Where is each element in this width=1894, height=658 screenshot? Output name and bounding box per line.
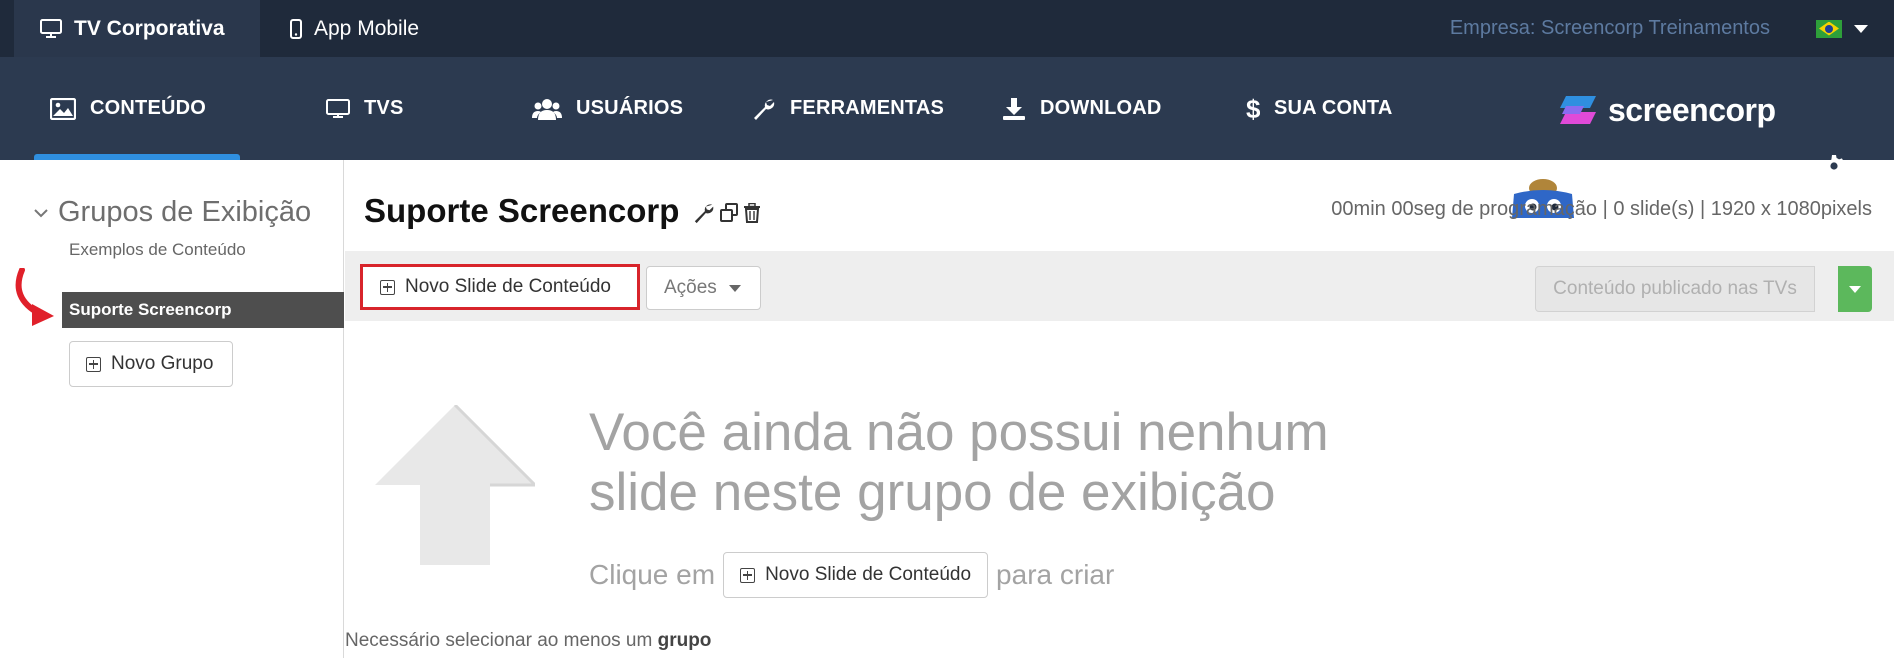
nav-item-sua-conta[interactable]: $ SUA CONTA — [1246, 57, 1392, 160]
nav-item-label: FERRAMENTAS — [790, 97, 945, 119]
empty-new-slide-button[interactable]: Novo Slide de Conteúdo — [723, 552, 989, 598]
dollar-icon: $ — [1246, 96, 1260, 122]
new-slide-button[interactable]: Novo Slide de Conteúdo — [360, 264, 640, 310]
actions-label: Ações — [664, 277, 717, 298]
tab-app-mobile[interactable]: App Mobile — [290, 0, 419, 57]
plus-square-icon — [740, 567, 756, 583]
sidebar-item-exemplos[interactable]: Exemplos de Conteúdo — [62, 232, 344, 268]
content-toolbar: Novo Slide de Conteúdo Ações Conteúdo pu… — [345, 251, 1894, 321]
program-info: 00min 00seg de programação | 0 slide(s) … — [1331, 198, 1872, 220]
new-group-label: Novo Grupo — [111, 353, 214, 374]
nav-item-label: DOWNLOAD — [1040, 97, 1162, 119]
published-dropdown-toggle[interactable] — [1838, 266, 1872, 312]
main-nav: CONTEÚDO TVS USUÁRIOS FERRAMENTAS DOWNLO… — [0, 57, 1894, 218]
sidebar: Grupos de Exibição Exemplos de Conteúdo … — [0, 160, 344, 658]
image-icon — [50, 97, 76, 120]
screencorp-logo[interactable]: screencorp — [1556, 92, 1776, 129]
nav-item-conteudo[interactable]: CONTEÚDO — [33, 57, 241, 160]
empty-state-line2: slide neste grupo de exibição — [589, 463, 1276, 522]
phone-icon — [290, 18, 302, 39]
nav-item-tvs[interactable]: TVS — [326, 57, 404, 160]
plus-square-icon — [380, 279, 395, 295]
empty-state-line1: Você ainda não possui nenhum — [589, 403, 1329, 462]
cta-button-label: Novo Slide de Conteúdo — [765, 564, 972, 585]
svg-text:$: $ — [1246, 96, 1260, 122]
new-slide-label: Novo Slide de Conteúdo — [405, 276, 611, 297]
top-bar: TV Corporativa App Mobile Empresa: Scree… — [0, 0, 1894, 57]
wrench-icon — [754, 99, 775, 120]
actions-dropdown[interactable]: Ações — [646, 266, 761, 310]
trash-icon[interactable] — [743, 203, 761, 223]
content-area: Suporte Screencorp 00min 00seg de progra… — [345, 160, 1894, 658]
nav-item-label: SUA CONTA — [1274, 97, 1393, 119]
new-group-button[interactable]: Novo Grupo — [69, 341, 233, 387]
empty-state-cta: Clique em Novo Slide de Conteúdo para cr… — [589, 552, 1114, 598]
cta-suffix: para criar — [996, 559, 1115, 590]
tab-tv-corporativa[interactable]: TV Corporativa — [14, 0, 260, 57]
page-title: Suporte Screencorp — [364, 192, 680, 229]
tab-label: App Mobile — [314, 16, 420, 40]
nav-item-download[interactable]: DOWNLOAD — [1002, 57, 1162, 160]
curved-arrow-icon — [15, 268, 54, 326]
upload-arrow-icon — [375, 405, 535, 565]
cta-prefix: Clique em — [589, 559, 716, 590]
download-icon — [1003, 97, 1025, 120]
users-icon — [532, 98, 562, 120]
nav-item-ferramentas[interactable]: FERRAMENTAS — [752, 57, 944, 160]
chevron-down-icon — [1849, 285, 1861, 293]
footer-note-bold: grupo — [657, 630, 712, 651]
chevron-down-icon — [728, 284, 741, 292]
nav-item-usuarios[interactable]: USUÁRIOS — [532, 57, 683, 160]
title-actions — [693, 202, 761, 224]
wrench-icon[interactable] — [693, 202, 715, 224]
nav-item-label: USUÁRIOS — [576, 97, 684, 119]
monitor-icon — [326, 98, 350, 118]
footer-note-text: Necessário selecionar ao menos um — [345, 630, 653, 651]
chevron-down-icon — [1854, 24, 1868, 33]
language-selector[interactable] — [1816, 0, 1868, 57]
brazil-flag-icon — [1816, 19, 1842, 38]
logo-text: screencorp — [1608, 92, 1776, 128]
published-button[interactable]: Conteúdo publicado nas TVs — [1535, 266, 1815, 312]
logo-mark-icon — [1560, 95, 1596, 124]
plus-square-icon — [86, 356, 101, 372]
sidebar-item-suporte[interactable]: Suporte Screencorp — [62, 292, 344, 328]
footer-note: Necessário selecionar ao menos um grupo — [345, 630, 711, 652]
company-name: Empresa: Screencorp Treinamentos — [1449, 17, 1770, 39]
nav-item-label: TVS — [364, 97, 404, 119]
nav-item-label: CONTEÚDO — [90, 97, 207, 119]
monitor-icon — [40, 18, 62, 38]
copy-icon[interactable] — [719, 203, 739, 223]
tab-label: TV Corporativa — [74, 16, 225, 40]
sidebar-title[interactable]: Grupos de Exibição — [34, 196, 311, 229]
chevron-down-icon — [34, 208, 48, 217]
sidebar-title-text: Grupos de Exibição — [58, 196, 312, 228]
